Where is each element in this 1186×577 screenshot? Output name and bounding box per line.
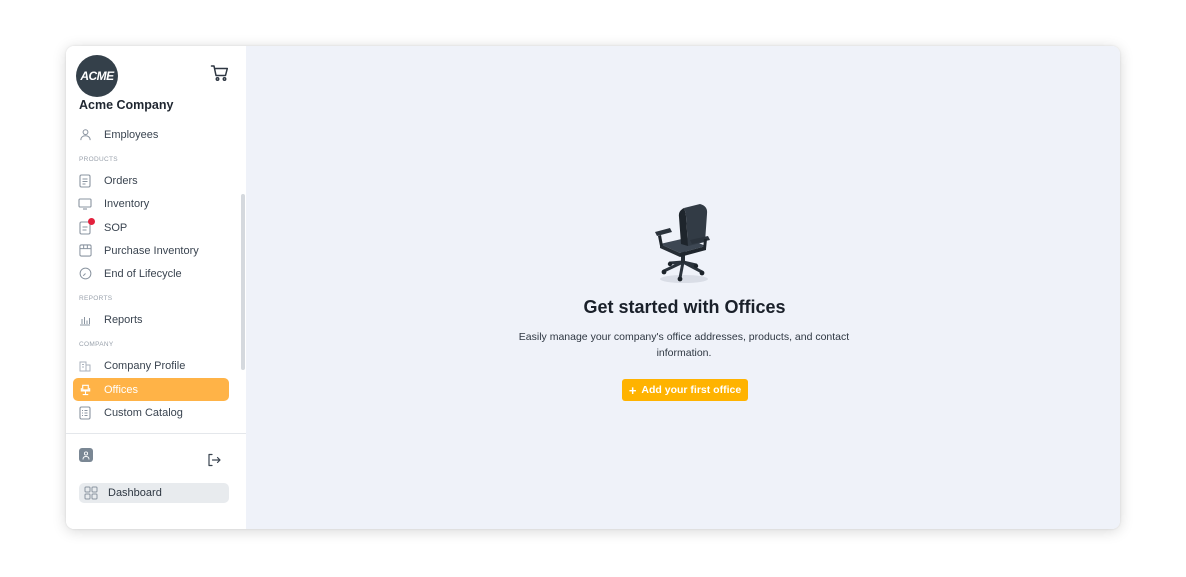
company-logo[interactable]: ACME bbox=[76, 55, 118, 97]
box-icon bbox=[78, 244, 92, 258]
sidebar-item-offices[interactable]: Offices bbox=[73, 378, 229, 401]
document-icon bbox=[78, 173, 92, 188]
notification-dot bbox=[88, 217, 95, 225]
building-icon bbox=[78, 359, 92, 373]
add-first-office-label: Add your first office bbox=[641, 384, 742, 396]
sidebar-item-sop[interactable]: SOP bbox=[73, 216, 229, 239]
sidebar-item-label: SOP bbox=[104, 221, 128, 234]
sidebar-item-end-of-lifecycle[interactable]: End of Lifecycle bbox=[73, 262, 229, 285]
sidebar-scrollbar[interactable] bbox=[241, 194, 245, 370]
grid-icon bbox=[84, 486, 98, 500]
sidebar-item-purchase-inventory[interactable]: Purchase Inventory bbox=[73, 239, 229, 262]
office-chair-illustration bbox=[650, 202, 718, 286]
main-content: Get started with Offices Easily manage y… bbox=[246, 46, 1120, 529]
sidebar-item-employees[interactable]: Employees bbox=[73, 123, 229, 146]
user-avatar[interactable] bbox=[79, 448, 93, 462]
sidebar: ACME Acme Company Employees PRODUCTS Ord… bbox=[66, 46, 246, 529]
sidebar-item-reports[interactable]: Reports bbox=[73, 308, 229, 331]
sidebar-item-label: End of Lifecycle bbox=[104, 267, 182, 280]
section-label-company: COMPANY bbox=[79, 341, 114, 348]
bar-chart-icon bbox=[78, 313, 92, 327]
sidebar-item-orders[interactable]: Orders bbox=[73, 169, 229, 192]
sidebar-item-company-profile[interactable]: Company Profile bbox=[73, 354, 229, 377]
clock-icon bbox=[78, 267, 92, 281]
section-label-products: PRODUCTS bbox=[79, 156, 118, 163]
sidebar-item-label: Inventory bbox=[104, 197, 150, 210]
sop-icon bbox=[78, 217, 95, 235]
catalog-icon bbox=[78, 405, 92, 420]
section-label-reports: REPORTS bbox=[79, 295, 113, 302]
monitor-icon bbox=[78, 197, 92, 211]
logout-icon[interactable] bbox=[206, 452, 222, 468]
sidebar-item-custom-catalog[interactable]: Custom Catalog bbox=[73, 401, 229, 424]
chair-icon bbox=[78, 383, 92, 397]
sidebar-item-label: Employees bbox=[104, 128, 159, 141]
empty-state-description: Easily manage your company's office addr… bbox=[518, 331, 850, 359]
sidebar-item-label: Offices bbox=[104, 383, 139, 396]
sidebar-item-label: Custom Catalog bbox=[104, 406, 183, 419]
dashboard-button[interactable]: Dashboard bbox=[79, 483, 229, 503]
sidebar-divider bbox=[66, 433, 246, 434]
user-icon bbox=[78, 128, 92, 142]
sidebar-item-label: Company Profile bbox=[104, 359, 186, 372]
sidebar-item-label: Purchase Inventory bbox=[104, 244, 199, 257]
empty-state-title: Get started with Offices bbox=[583, 297, 786, 317]
sidebar-item-label: Reports bbox=[104, 313, 143, 326]
dashboard-label: Dashboard bbox=[108, 487, 162, 499]
add-first-office-button[interactable]: + Add your first office bbox=[622, 379, 748, 401]
plus-icon: + bbox=[628, 382, 637, 398]
company-name: Acme Company bbox=[79, 98, 174, 112]
sidebar-item-inventory[interactable]: Inventory bbox=[73, 192, 229, 215]
sidebar-item-label: Orders bbox=[104, 174, 138, 187]
cart-icon[interactable] bbox=[210, 63, 230, 83]
app-window: ACME Acme Company Employees PRODUCTS Ord… bbox=[66, 46, 1120, 529]
